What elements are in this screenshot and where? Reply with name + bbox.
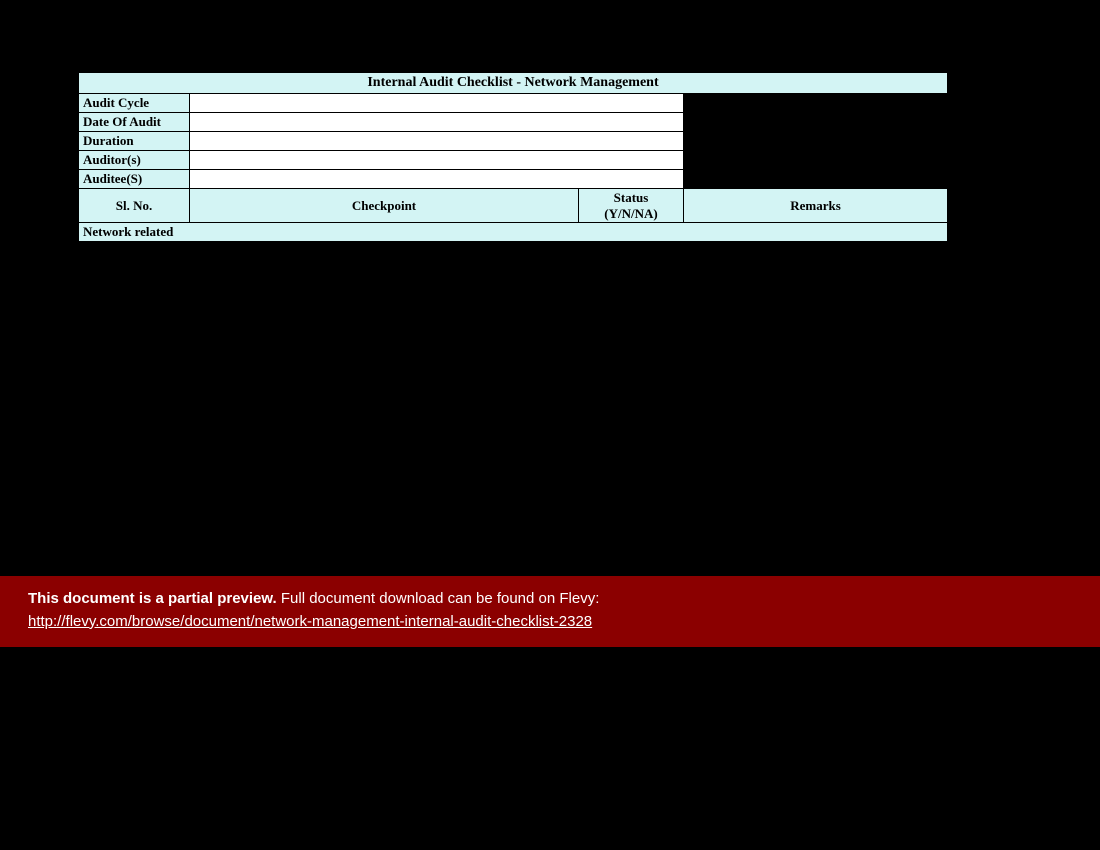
meta-value[interactable] <box>190 170 684 189</box>
meta-blank <box>684 151 948 170</box>
meta-row-auditors: Auditor(s) <box>78 151 948 170</box>
preview-banner: This document is a partial preview. Full… <box>0 576 1100 647</box>
meta-row-date-of-audit: Date Of Audit <box>78 113 948 132</box>
meta-label: Auditor(s) <box>78 151 190 170</box>
meta-row-audit-cycle: Audit Cycle <box>78 94 948 113</box>
section-label: Network related <box>78 223 948 242</box>
meta-blank <box>684 170 948 189</box>
header-status-line2: (Y/N/NA) <box>604 206 657 222</box>
meta-label: Date Of Audit <box>78 113 190 132</box>
table-header-row: Sl. No. Checkpoint Status (Y/N/NA) Remar… <box>78 189 948 223</box>
meta-label: Audit Cycle <box>78 94 190 113</box>
banner-bold-text: This document is a partial preview. <box>28 590 277 607</box>
section-row-network-related: Network related <box>78 223 948 242</box>
banner-rest-text: Full document download can be found on F… <box>277 590 600 607</box>
header-status-line1: Status <box>614 190 649 206</box>
meta-blank <box>684 94 948 113</box>
banner-link[interactable]: http://flevy.com/browse/document/network… <box>28 613 592 630</box>
meta-row-auditees: Auditee(S) <box>78 170 948 189</box>
meta-value[interactable] <box>190 94 684 113</box>
header-slno: Sl. No. <box>78 189 190 223</box>
meta-value[interactable] <box>190 113 684 132</box>
meta-value[interactable] <box>190 151 684 170</box>
meta-label: Duration <box>78 132 190 151</box>
meta-blank <box>684 113 948 132</box>
meta-value[interactable] <box>190 132 684 151</box>
meta-blank <box>684 132 948 151</box>
header-status: Status (Y/N/NA) <box>579 189 684 223</box>
meta-row-duration: Duration <box>78 132 948 151</box>
meta-label: Auditee(S) <box>78 170 190 189</box>
sheet-title: Internal Audit Checklist - Network Manag… <box>78 72 948 94</box>
header-checkpoint: Checkpoint <box>190 189 579 223</box>
audit-checklist-sheet: Internal Audit Checklist - Network Manag… <box>78 72 948 242</box>
header-remarks: Remarks <box>684 189 948 223</box>
